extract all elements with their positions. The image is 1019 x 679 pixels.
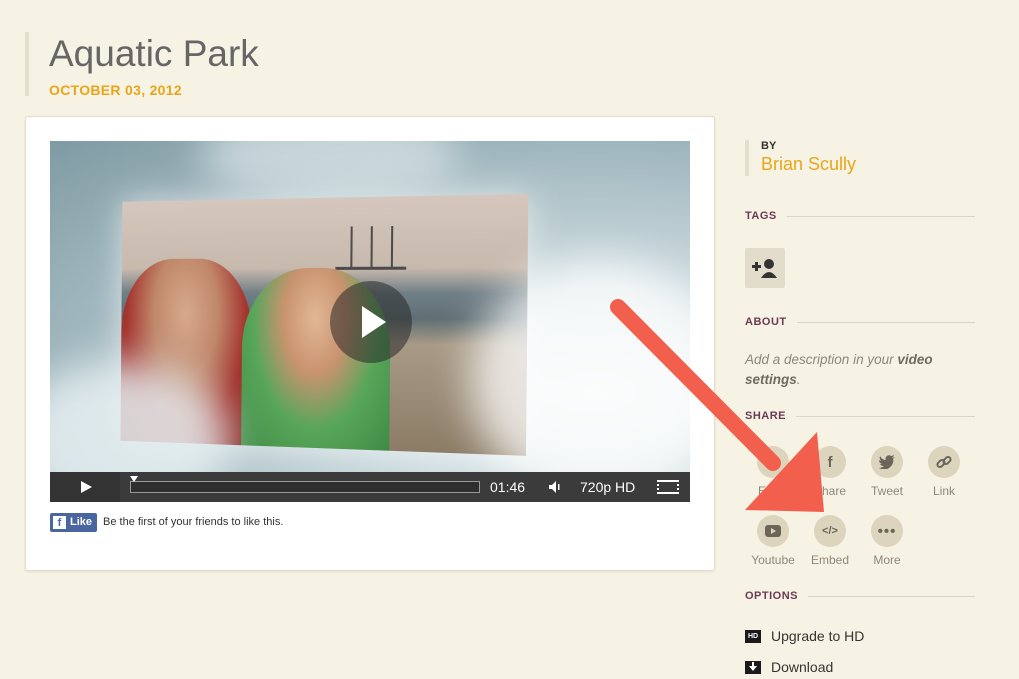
timeline-scrubber[interactable] (130, 476, 480, 493)
share-more-label: More (873, 553, 901, 567)
upgrade-hd-option[interactable]: HD Upgrade to HD (745, 628, 864, 644)
video-card: 01:46 720p HD f Like Be the first of you… (25, 116, 715, 571)
share-embed-button[interactable]: </> Embed (800, 515, 860, 567)
tags-heading: TAGS (745, 210, 975, 222)
more-icon: ••• (871, 515, 903, 547)
video-player[interactable] (50, 141, 690, 501)
play-button[interactable] (50, 472, 120, 502)
title-block: Aquatic Park OCTOBER 03, 2012 (25, 32, 425, 98)
playhead[interactable] (130, 476, 138, 482)
share-embed-label: Embed (810, 553, 850, 567)
share-tweet-button[interactable]: Tweet (857, 446, 917, 498)
facebook-like-button[interactable]: f Like (50, 512, 98, 532)
tags-heading-label: TAGS (745, 210, 777, 222)
by-label: BY (761, 140, 777, 152)
share-link-button[interactable]: Link (914, 446, 974, 498)
twitter-icon (871, 446, 903, 478)
share-heading-label: SHARE (745, 410, 787, 422)
fog-overlay (200, 141, 460, 201)
facebook-icon: f (814, 446, 846, 478)
download-label: Download (771, 659, 834, 675)
facebook-like-row: f Like Be the first of your friends to l… (50, 512, 283, 532)
page-date: OCTOBER 03, 2012 (49, 82, 182, 98)
share-more-button[interactable]: ••• More (857, 515, 917, 567)
download-option[interactable]: Download (745, 659, 833, 675)
player-controls: 01:46 720p HD (50, 472, 690, 502)
share-youtube-label: Youtube (751, 553, 795, 567)
options-heading: OPTIONS (745, 590, 975, 602)
share-youtube-button[interactable]: Youtube (743, 515, 803, 567)
share-facebook-button[interactable]: f Share (800, 446, 860, 498)
email-icon: ✉ (757, 446, 789, 478)
page-title: Aquatic Park (49, 33, 259, 74)
about-text-suffix: . (796, 372, 801, 387)
quality-selector[interactable]: 720p HD (580, 479, 635, 495)
add-person-icon (752, 259, 777, 278)
hd-icon: HD (745, 629, 761, 643)
author-link[interactable]: Brian Scully (761, 154, 856, 175)
options-heading-label: OPTIONS (745, 590, 799, 602)
share-facebook-label: Share (813, 484, 847, 498)
about-text-prefix: Add a description in your (745, 352, 898, 367)
share-email-label: Email (757, 484, 788, 498)
share-tweet-label: Tweet (870, 484, 903, 498)
fullscreen-icon[interactable] (657, 480, 679, 494)
facebook-like-text: Be the first of your friends to like thi… (103, 516, 284, 528)
about-heading-label: ABOUT (745, 316, 787, 328)
facebook-like-label: Like (70, 516, 93, 528)
share-link-label: Link (932, 484, 955, 498)
facebook-icon: f (53, 515, 66, 529)
share-heading: SHARE (745, 410, 975, 422)
about-description: Add a description in your video settings… (745, 350, 965, 390)
time-display: 01:46 (490, 479, 526, 495)
add-tag-button[interactable] (745, 248, 785, 288)
tall-ship (335, 228, 407, 270)
embed-icon: </> (814, 515, 846, 547)
about-heading: ABOUT (745, 316, 975, 328)
download-icon (745, 660, 761, 674)
author-block: BY Brian Scully (745, 140, 856, 176)
upgrade-hd-label: Upgrade to HD (771, 628, 865, 644)
link-icon (928, 446, 960, 478)
youtube-icon (757, 515, 789, 547)
share-email-button[interactable]: ✉ Email (743, 446, 803, 498)
volume-icon[interactable] (548, 480, 562, 494)
big-play-button[interactable] (330, 281, 412, 363)
